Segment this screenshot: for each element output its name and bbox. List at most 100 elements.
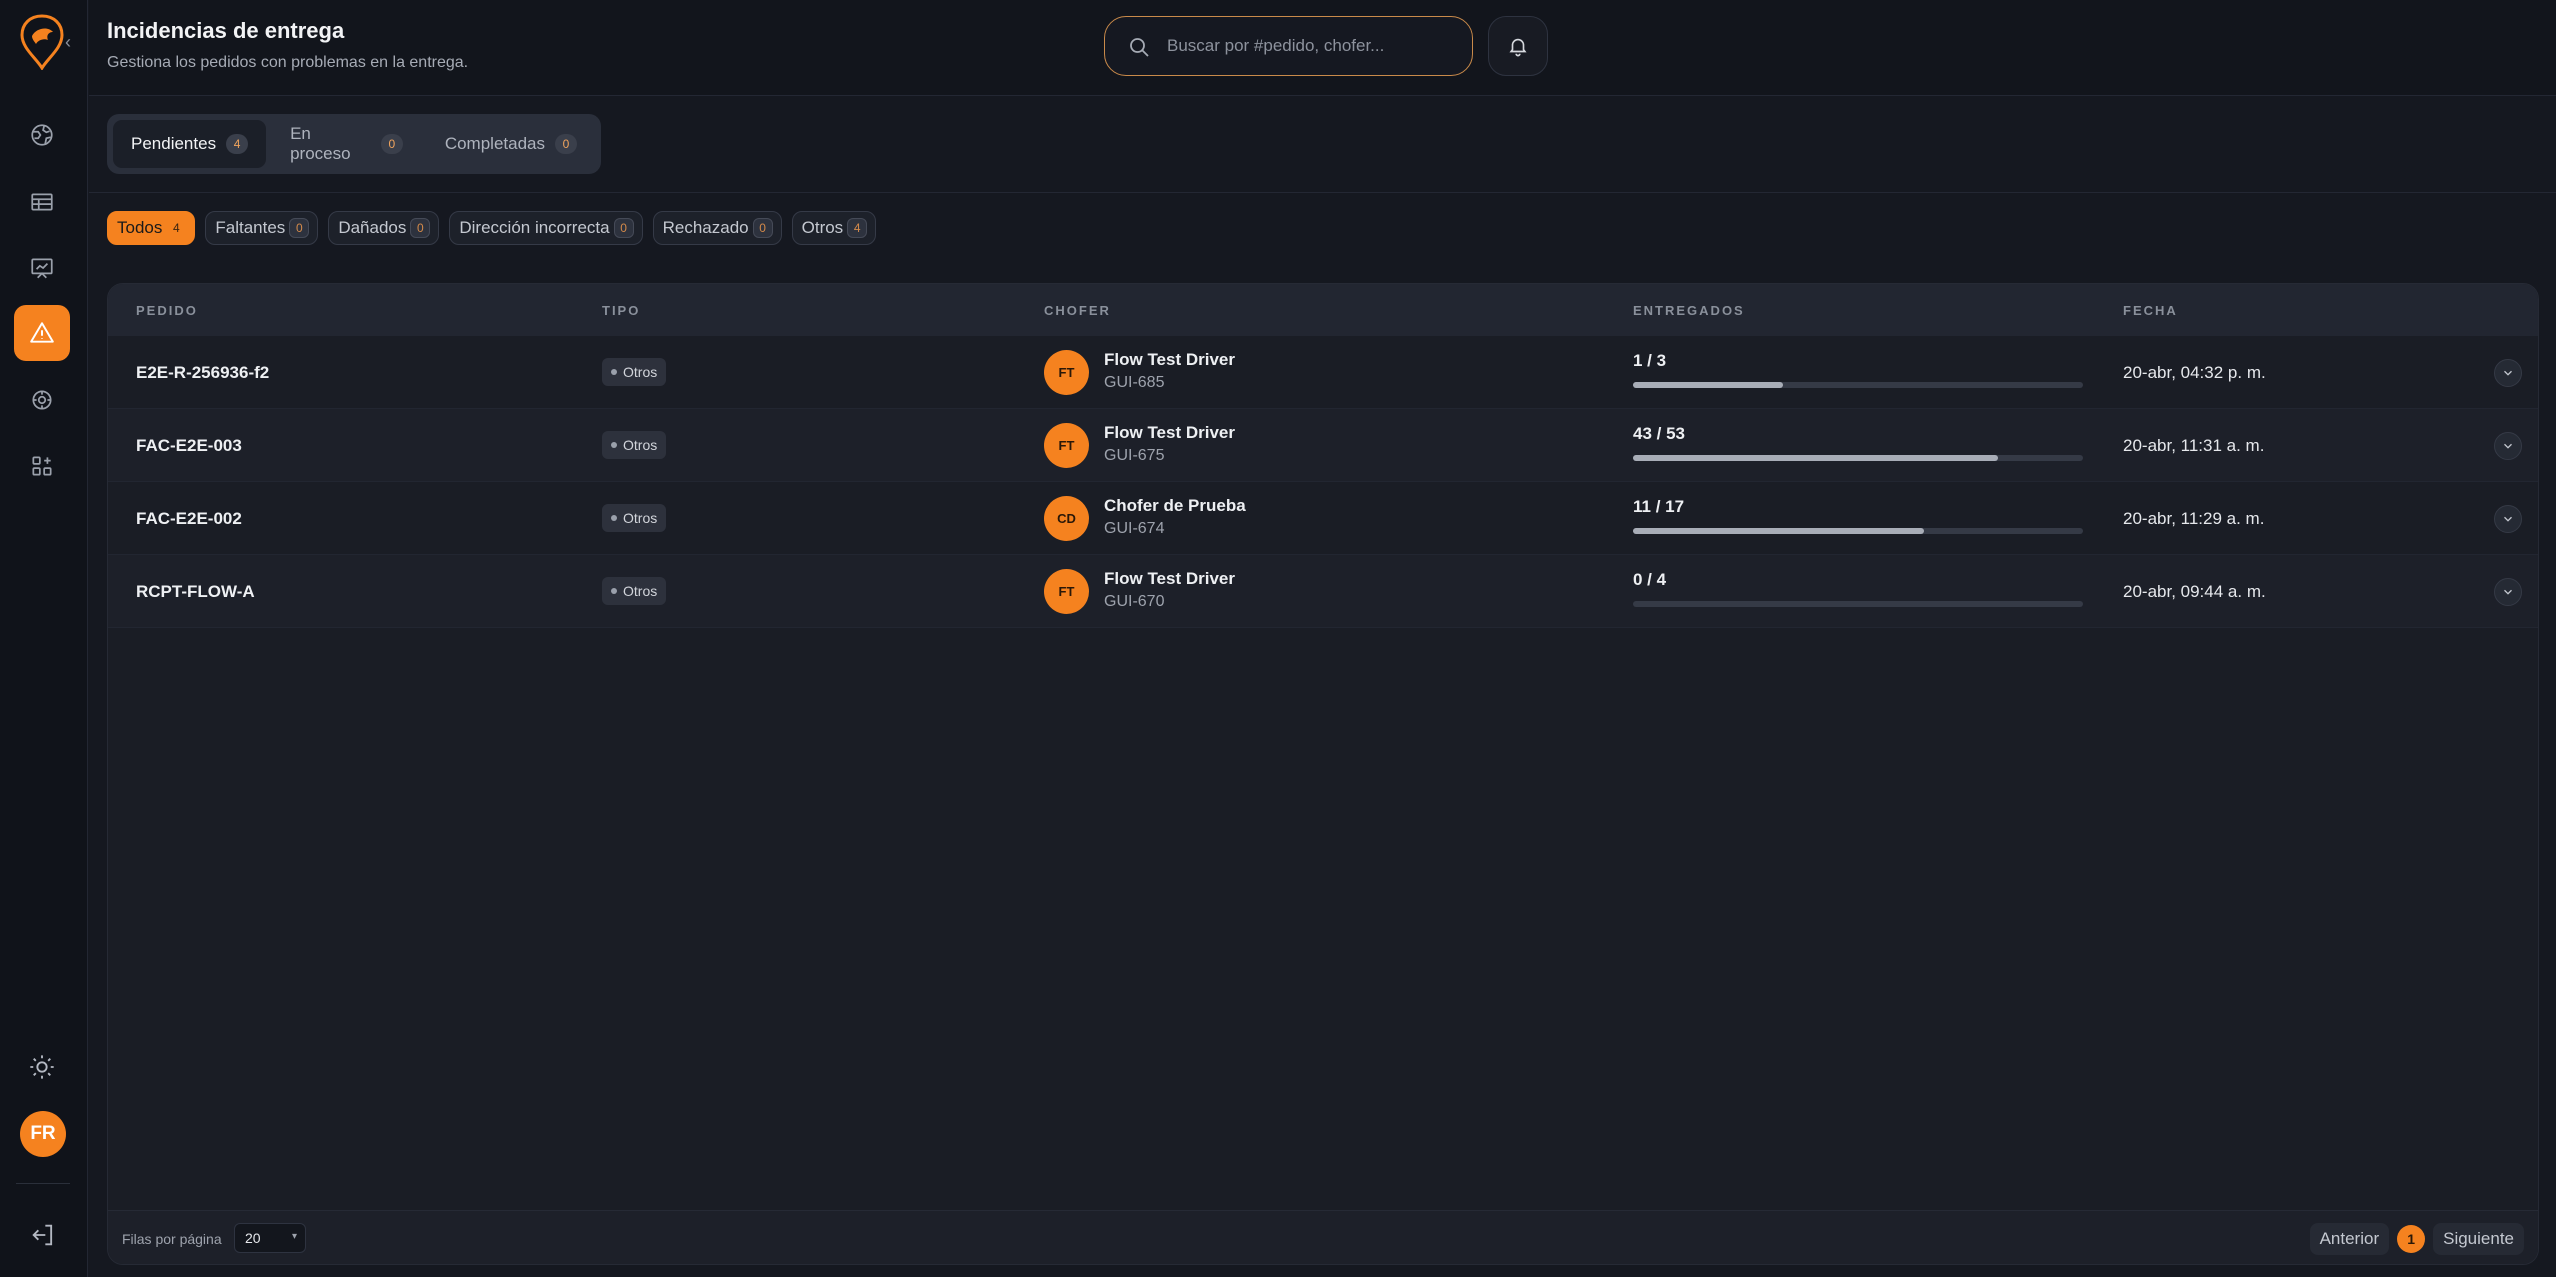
user-avatar[interactable]: FR: [20, 1111, 66, 1157]
driver-avatar: CD: [1044, 496, 1089, 541]
expand-row-button[interactable]: [2494, 359, 2522, 387]
type-badge: Otros: [602, 504, 667, 532]
nav-analytics-icon[interactable]: [14, 240, 70, 296]
table-row[interactable]: RCPT-FLOW-A Otros FT Flow Test Driver GU…: [108, 555, 2538, 628]
delivered-progress-bar: [1633, 455, 2083, 461]
delivered-progress-bar: [1633, 528, 2083, 534]
driver-code: GUI-670: [1104, 593, 1165, 610]
order-id: FAC-E2E-002: [136, 509, 242, 528]
filter-count-badge: 0: [752, 218, 773, 238]
dot-icon: [611, 442, 617, 448]
driver-avatar: FT: [1044, 569, 1089, 614]
nav-apps-icon[interactable]: [14, 438, 70, 494]
progress-fill: [1633, 455, 1998, 461]
driver-code: GUI-685: [1104, 374, 1165, 391]
delivered-count: 43 / 53: [1633, 424, 1685, 443]
status-tabs: Pendientes 4 En proceso 0 Completadas 0: [107, 114, 601, 174]
rows-per-page-value: 20: [245, 1230, 261, 1246]
column-header-chofer[interactable]: CHOFER: [1044, 303, 1111, 318]
order-id: RCPT-FLOW-A: [136, 582, 255, 601]
incidents-table: PEDIDO TIPO CHOFER ENTREGADOS FECHA E2E-…: [107, 283, 2539, 1265]
tab-label: En proceso: [290, 124, 351, 163]
expand-row-button[interactable]: [2494, 432, 2522, 460]
filter-danados[interactable]: Dañados 0: [328, 211, 440, 245]
tab-completadas[interactable]: Completadas 0: [427, 120, 595, 168]
status-tabs-bar: Pendientes 4 En proceso 0 Completadas 0: [89, 97, 2556, 193]
bell-icon: [1509, 38, 1527, 57]
delivered-count: 11 / 17: [1633, 497, 1685, 516]
search-box[interactable]: [1104, 16, 1473, 76]
table-row[interactable]: E2E-R-256936-f2 Otros FT Flow Test Drive…: [108, 336, 2538, 409]
rows-per-page-label: Filas por página: [122, 1231, 222, 1247]
filter-label: Otros: [801, 218, 844, 237]
column-header-entregados[interactable]: ENTREGADOS: [1633, 303, 1745, 318]
chevron-down-icon: [2504, 516, 2512, 522]
driver-name: Flow Test Driver: [1104, 569, 1235, 588]
table-footer: Filas por página 20 ▾ Anterior 1 Siguien…: [108, 1210, 2538, 1264]
progress-fill: [1633, 382, 1783, 388]
rows-per-page-select[interactable]: 20 ▾: [234, 1223, 306, 1253]
collapse-sidebar-icon[interactable]: ‹: [60, 33, 76, 51]
filter-count-badge: 0: [289, 218, 310, 238]
table-row[interactable]: FAC-E2E-002 Otros CD Chofer de Prueba GU…: [108, 482, 2538, 555]
sidebar-divider: [16, 1183, 70, 1184]
column-header-tipo[interactable]: TIPO: [602, 303, 640, 318]
filter-label: Dirección incorrecta: [459, 218, 610, 237]
filter-rechazado[interactable]: Rechazado 0: [652, 211, 782, 245]
chevron-down-icon: [2504, 370, 2512, 376]
brand-logo-icon[interactable]: [18, 14, 66, 71]
filter-count-badge: 0: [613, 218, 634, 238]
order-id: FAC-E2E-003: [136, 436, 242, 455]
filter-faltantes[interactable]: Faltantes 0: [205, 211, 319, 245]
chevron-down-icon: ▾: [291, 1231, 297, 1242]
column-header-pedido[interactable]: PEDIDO: [136, 303, 198, 318]
tab-count-badge: 0: [380, 134, 403, 154]
current-page-indicator[interactable]: 1: [2397, 1225, 2426, 1253]
nav-incidents-icon[interactable]: [14, 305, 70, 361]
column-header-fecha[interactable]: FECHA: [2123, 303, 2178, 318]
driver-name: Flow Test Driver: [1104, 350, 1235, 369]
logout-icon[interactable]: [29, 1221, 57, 1249]
driver-name: Chofer de Prueba: [1104, 496, 1246, 515]
driver-avatar: FT: [1044, 350, 1089, 395]
filter-label: Todos: [117, 218, 163, 237]
tab-pendientes[interactable]: Pendientes 4: [113, 120, 267, 168]
incident-date: 20-abr, 09:44 a. m.: [2123, 582, 2266, 601]
pagination: Anterior 1 Siguiente: [2309, 1223, 2524, 1255]
type-badge: Otros: [602, 358, 667, 386]
order-id: E2E-R-256936-f2: [136, 363, 270, 382]
expand-row-button[interactable]: [2494, 505, 2522, 533]
delivered-progress-bar: [1633, 382, 2083, 388]
expand-row-button[interactable]: [2494, 578, 2522, 606]
tab-en-proceso[interactable]: En proceso 0: [272, 120, 421, 168]
chevron-down-icon: [2504, 589, 2512, 595]
previous-page-button[interactable]: Anterior: [2309, 1223, 2390, 1255]
driver-code: GUI-674: [1104, 520, 1165, 537]
progress-fill: [1633, 528, 1925, 534]
filter-label: Faltantes: [215, 218, 286, 237]
page-title: Incidencias de entrega: [107, 18, 345, 43]
search-input[interactable]: [1167, 31, 1457, 61]
driver-code: GUI-675: [1104, 447, 1165, 464]
nav-table-icon[interactable]: [14, 174, 70, 230]
next-page-button[interactable]: Siguiente: [2433, 1223, 2524, 1255]
chevron-down-icon: [2504, 443, 2512, 449]
nav-map-icon[interactable]: [14, 107, 70, 163]
filter-count-badge: 4: [173, 221, 180, 235]
driver-name: Flow Test Driver: [1104, 423, 1235, 442]
type-label: Otros: [623, 510, 658, 526]
incident-date: 20-abr, 11:29 a. m.: [2123, 509, 2265, 528]
filter-count-badge: 4: [847, 218, 868, 238]
filter-otros[interactable]: Otros 4: [791, 211, 877, 245]
driver-avatar: FT: [1044, 423, 1089, 468]
table-row[interactable]: FAC-E2E-003 Otros FT Flow Test Driver GU…: [108, 409, 2538, 482]
filter-todos[interactable]: Todos 4: [107, 211, 196, 245]
filter-direccion-incorrecta[interactable]: Dirección incorrecta 0: [449, 211, 643, 245]
page-subtitle: Gestiona los pedidos con problemas en la…: [107, 54, 469, 71]
nav-settings-icon[interactable]: [14, 372, 70, 428]
type-badge: Otros: [602, 431, 667, 459]
type-label: Otros: [623, 583, 658, 599]
theme-toggle-sun-icon[interactable]: [28, 1053, 56, 1081]
notifications-button[interactable]: [1488, 16, 1548, 76]
filter-label: Rechazado: [662, 218, 749, 237]
